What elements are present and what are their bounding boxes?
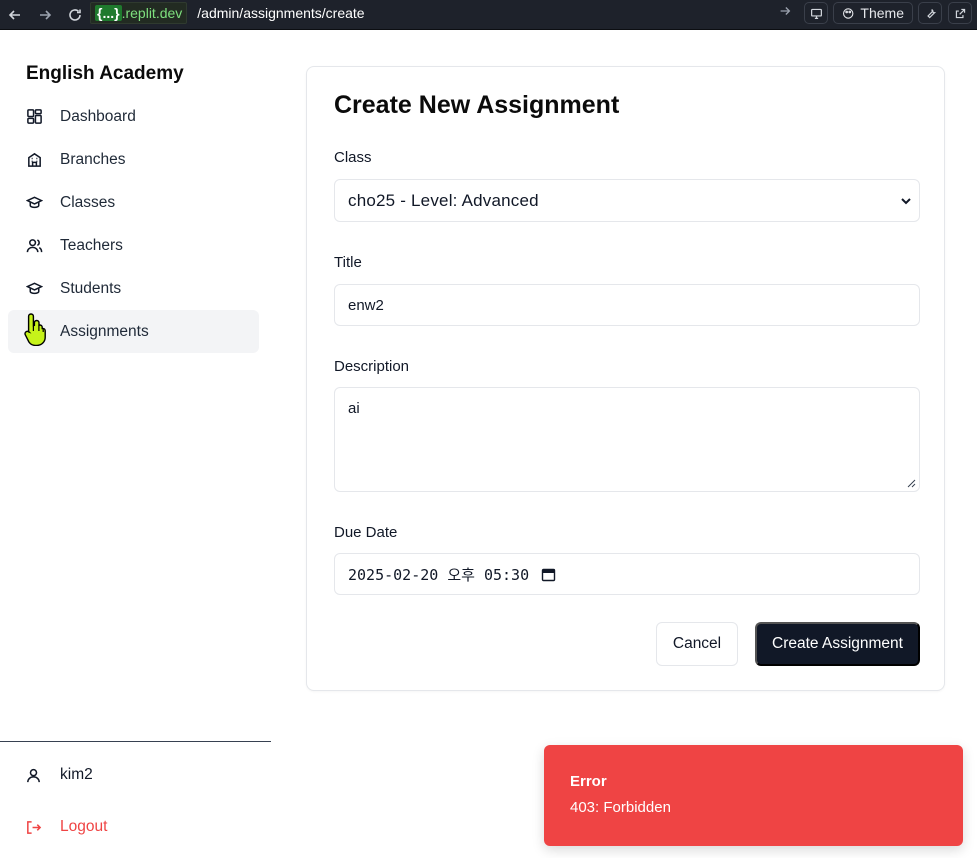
due-date-value: 2025-02-20 오후 05:30 xyxy=(348,565,530,584)
create-assignment-button[interactable]: Create Assignment xyxy=(755,622,920,666)
toast-title: Error xyxy=(570,773,607,790)
browser-toolbar: {...} .replit.dev /admin/assignments/crea… xyxy=(0,0,977,30)
error-toast: Error 403: Forbidden xyxy=(544,745,963,846)
title-input[interactable]: enw2 xyxy=(334,284,920,326)
logout-label: Logout xyxy=(60,818,108,835)
sidebar-item-students[interactable]: Students xyxy=(8,267,259,310)
calendar-icon[interactable] xyxy=(541,567,556,582)
class-label: Class xyxy=(334,149,372,166)
username: kim2 xyxy=(60,766,93,783)
title-input-value: enw2 xyxy=(348,296,384,314)
wrench-icon[interactable] xyxy=(918,2,942,24)
title-label: Title xyxy=(334,254,362,271)
page-title: Create New Assignment xyxy=(334,91,620,119)
graduation-cap-icon xyxy=(25,194,43,212)
domain-text: .replit.dev xyxy=(121,5,183,21)
theme-button[interactable]: Theme xyxy=(833,2,913,24)
url-path: /admin/assignments/create xyxy=(197,5,365,21)
sidebar-item-label: Assignments xyxy=(60,322,149,340)
sidebar-item-dashboard[interactable]: Dashboard xyxy=(8,95,259,138)
sidebar-divider xyxy=(0,741,271,742)
description-value: ai xyxy=(348,400,360,417)
create-assignment-card: Create New Assignment Class cho25 - Leve… xyxy=(306,66,945,691)
sidebar-item-label: Teachers xyxy=(60,236,123,254)
users-icon xyxy=(25,237,43,255)
class-select-value: cho25 - Level: Advanced xyxy=(348,190,539,210)
url-domain: {...} .replit.dev xyxy=(90,2,188,24)
due-date-label: Due Date xyxy=(334,524,398,541)
palette-icon xyxy=(843,7,854,19)
cancel-button[interactable]: Cancel xyxy=(656,622,738,666)
hand-cursor-icon xyxy=(24,313,46,346)
sidebar-item-label: Branches xyxy=(60,150,126,168)
sidebar-item-branches[interactable]: Branches xyxy=(8,138,259,181)
logout-button[interactable]: Logout xyxy=(25,818,107,836)
resize-handle-icon[interactable] xyxy=(907,479,916,488)
open-external-icon[interactable] xyxy=(948,2,972,24)
theme-label: Theme xyxy=(860,5,904,21)
logout-icon xyxy=(27,820,42,834)
description-label: Description xyxy=(334,358,410,375)
sidebar: English Academy Dashboard Branches Class… xyxy=(0,30,271,858)
building-icon xyxy=(25,151,43,169)
sidebar-item-label: Dashboard xyxy=(60,107,136,125)
dashboard-icon xyxy=(25,108,43,126)
sidebar-item-teachers[interactable]: Teachers xyxy=(8,224,259,267)
reload-icon[interactable] xyxy=(64,4,86,26)
class-select[interactable]: cho25 - Level: Advanced xyxy=(334,179,920,222)
description-textarea[interactable]: ai xyxy=(334,387,920,492)
domain-badge: {...} xyxy=(95,5,122,21)
sidebar-item-label: Classes xyxy=(60,193,116,211)
device-icon[interactable] xyxy=(804,2,828,24)
due-date-input[interactable]: 2025-02-20 오후 05:30 xyxy=(334,553,920,595)
sidebar-item-label: Students xyxy=(60,279,122,297)
go-arrow-icon[interactable] xyxy=(778,4,792,21)
toast-message: 403: Forbidden xyxy=(570,799,671,816)
chevron-down-icon xyxy=(901,198,911,205)
brand-title: English Academy xyxy=(26,63,184,84)
forward-icon[interactable] xyxy=(34,4,56,26)
back-icon[interactable] xyxy=(4,4,26,26)
user-profile[interactable]: kim2 xyxy=(25,766,93,784)
graduation-cap-icon xyxy=(25,280,43,298)
sidebar-item-classes[interactable]: Classes xyxy=(8,181,259,224)
user-icon xyxy=(27,768,40,782)
address-bar[interactable]: {...} .replit.dev /admin/assignments/crea… xyxy=(90,2,798,24)
